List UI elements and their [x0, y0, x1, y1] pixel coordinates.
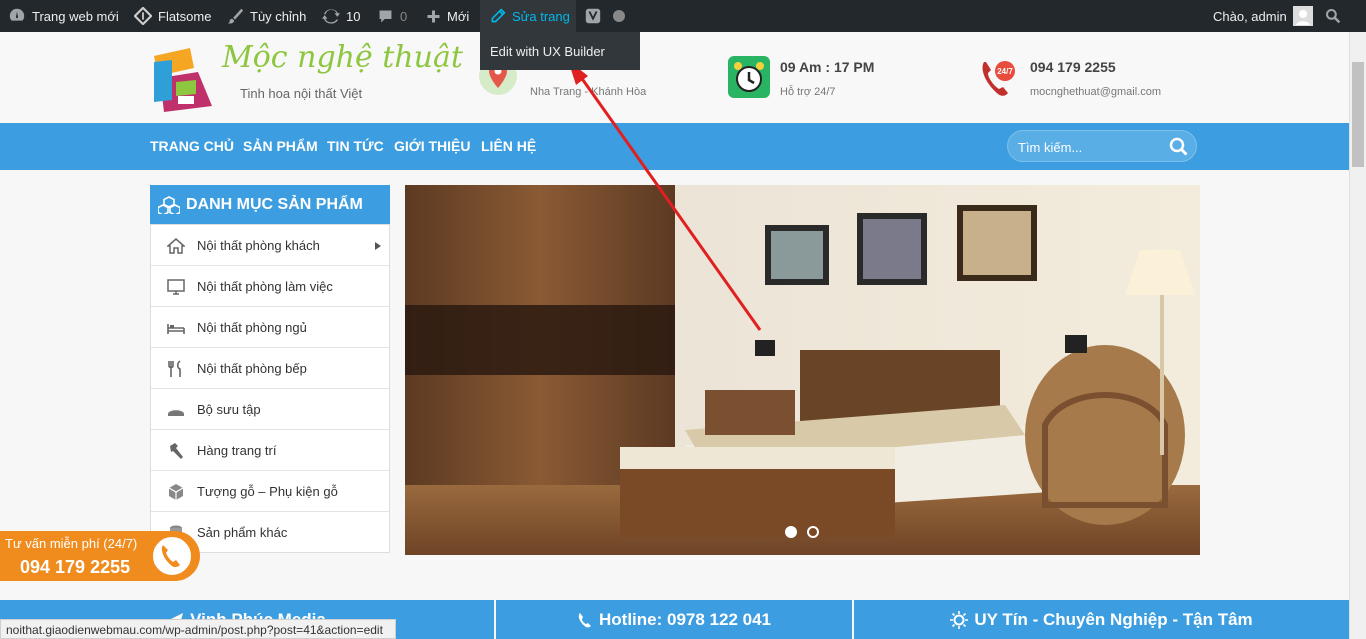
hammer-icon	[170, 443, 183, 459]
home-icon	[167, 238, 185, 254]
edit-page-menu[interactable]: Sửa trang	[480, 0, 576, 32]
dashboard-icon	[9, 8, 25, 21]
category-item[interactable]: Hàng trang trí	[151, 430, 389, 471]
logo-mark[interactable]	[150, 42, 222, 114]
plus-icon	[427, 10, 440, 22]
admin-search[interactable]	[1325, 0, 1341, 32]
category-item[interactable]: Nội thất phòng bếp	[151, 348, 389, 389]
category-item[interactable]: Nội thất phòng ngủ	[151, 307, 389, 348]
nav-item-news[interactable]: TIN TỨC	[327, 138, 384, 154]
pencil-icon	[491, 8, 506, 23]
category-item[interactable]: Nội thất phòng khách	[151, 225, 389, 266]
consult-badge[interactable]: Tư vấn miễn phí (24/7) 094 179 2255	[0, 531, 200, 581]
category-label: Nội thất phòng bếp	[197, 361, 307, 376]
theme-menu[interactable]: Flatsome	[134, 0, 211, 32]
status-dot-icon	[613, 10, 625, 22]
edit-page-label: Sửa trang	[512, 8, 570, 24]
comments-count: 0	[400, 8, 408, 24]
greeting: Chào, admin	[1213, 8, 1287, 24]
ux-builder-label: Edit with UX Builder	[490, 43, 605, 59]
category-header: DANH MỤC SẢN PHẨM	[150, 185, 390, 224]
updates-icon	[322, 9, 340, 24]
phone-badge-text: 24/7	[997, 67, 1013, 76]
category-label: Nội thất phòng ngủ	[197, 320, 307, 335]
category-item[interactable]: Nội thất phòng làm việc	[151, 266, 389, 307]
brush-icon	[227, 8, 244, 24]
nav-item-home[interactable]: TRANG CHỦ	[150, 138, 234, 154]
category-label: Bộ sưu tập	[197, 402, 261, 417]
cubes-icon	[158, 195, 180, 214]
phone-title[interactable]: 094 179 2255	[1030, 59, 1116, 75]
chevron-right-icon	[375, 242, 381, 250]
comments-menu[interactable]: 0	[377, 0, 407, 32]
phone-icon	[151, 535, 193, 577]
search-input[interactable]	[1018, 137, 1158, 157]
nav-item-products[interactable]: SẢN PHẨM	[243, 138, 318, 154]
logo-title[interactable]: Mộc nghệ thuật	[222, 40, 463, 75]
avatar	[1292, 6, 1313, 26]
sun-icon	[950, 610, 969, 629]
slogan-text: UY Tín - Chuyên Nghiệp - Tận Tâm	[974, 609, 1253, 629]
edit-dropdown-item[interactable]: Edit with UX Builder	[480, 32, 640, 70]
phone-icon	[578, 612, 591, 627]
page-scrollbar[interactable]	[1349, 32, 1366, 639]
monitor-icon	[167, 279, 185, 295]
admin-bar: Trang web mới Flatsome Tùy chỉnh 10 0 Mớ…	[0, 0, 1366, 32]
nav-item-about[interactable]: GIỚI THIỆU	[394, 138, 471, 154]
updates-count: 10	[346, 8, 361, 24]
category-title: DANH MỤC SẢN PHẨM	[186, 195, 363, 213]
flatsome-icon	[134, 7, 152, 25]
email-subtitle[interactable]: mocnghethuat@gmail.com	[1030, 86, 1161, 98]
scrollbar-thumb[interactable]	[1352, 62, 1364, 167]
theme-name: Flatsome	[158, 8, 212, 24]
bedroom-image	[405, 185, 1200, 555]
logo-tagline: Tinh hoa nội thất Việt	[240, 86, 363, 101]
comment-icon	[379, 10, 392, 22]
category-label: Sản phẩm khác	[197, 525, 288, 540]
consult-label: Tư vấn miễn phí (24/7)	[5, 536, 138, 551]
phone-support-icon: 24/7	[982, 61, 1015, 96]
seo-menu[interactable]	[584, 0, 602, 32]
site-name: Trang web mới	[32, 8, 119, 24]
consult-phone: 094 179 2255	[20, 557, 131, 577]
seo-status	[612, 0, 626, 32]
category-list: Nội thất phòng khách Nội thất phòng làm …	[150, 224, 390, 553]
site-search	[1007, 130, 1197, 162]
hours-title: 09 Am : 17 PM	[780, 59, 875, 75]
updates-menu[interactable]: 10	[322, 0, 360, 32]
cube-icon	[168, 484, 184, 500]
address-subtitle: Nha Trang - Khánh Hòa	[530, 86, 647, 98]
category-label: Hàng trang trí	[197, 443, 277, 458]
clock-icon	[728, 56, 770, 98]
category-item[interactable]: Tượng gỗ – Phụ kiện gỗ	[151, 471, 389, 512]
new-menu[interactable]: Mới	[426, 0, 469, 32]
new-label: Mới	[447, 8, 470, 24]
customize-label: Tùy chỉnh	[250, 8, 307, 24]
account-menu[interactable]: Chào, admin	[1213, 0, 1313, 32]
category-label: Nội thất phòng khách	[197, 238, 320, 253]
hours-subtitle: Hỗ trợ 24/7	[780, 86, 836, 98]
category-label: Nội thất phòng làm việc	[197, 279, 333, 294]
collection-icon	[168, 410, 184, 416]
slider-dot-active[interactable]	[785, 526, 797, 538]
footer-hotline[interactable]: Hotline: 0978 122 041	[496, 600, 852, 639]
search-icon[interactable]	[1169, 137, 1189, 157]
bed-icon	[167, 324, 185, 334]
customize-menu[interactable]: Tùy chỉnh	[226, 0, 306, 32]
footer-right: UY Tín - Chuyên Nghiệp - Tận Tâm	[854, 600, 1349, 639]
nav-item-contact[interactable]: LIÊN HỆ	[481, 138, 536, 154]
hero-slider[interactable]	[405, 185, 1200, 555]
hotline-text: Hotline: 0978 122 041	[599, 609, 771, 629]
slider-dot[interactable]	[807, 526, 819, 538]
category-item[interactable]: Bộ sưu tập	[151, 389, 389, 430]
category-label: Tượng gỗ – Phụ kiện gỗ	[197, 484, 338, 499]
cutlery-icon	[168, 360, 181, 377]
yoast-icon	[585, 8, 601, 24]
site-menu[interactable]: Trang web mới	[8, 0, 119, 32]
search-icon	[1326, 9, 1341, 24]
status-bar-url: noithat.giaodienwebmau.com/wp-admin/post…	[0, 619, 396, 639]
